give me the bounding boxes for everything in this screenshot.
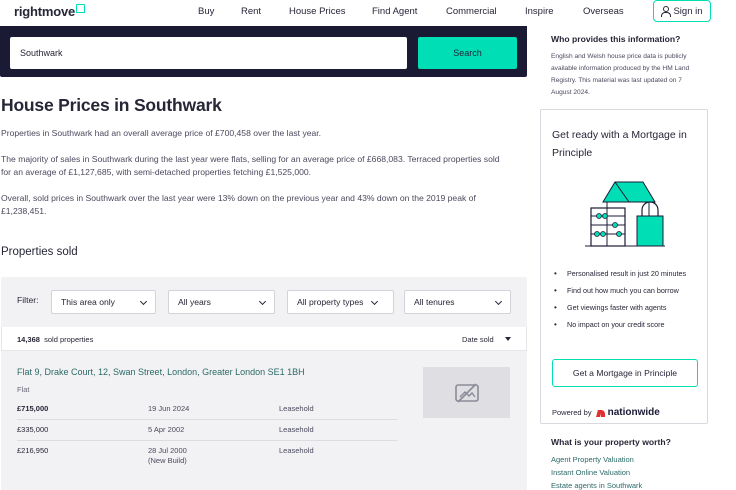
mortgage-benefits-list: Personalised result in just 20 minutes F… bbox=[554, 268, 704, 336]
info-source-heading: Who provides this information? bbox=[551, 34, 681, 44]
chevron-down-icon bbox=[139, 297, 148, 306]
sale-tenure: Leasehold bbox=[279, 446, 314, 455]
nav-inspire[interactable]: Inspire bbox=[525, 6, 554, 17]
results-count-suffix: sold properties bbox=[44, 335, 94, 344]
nationwide-mark-icon bbox=[597, 409, 606, 417]
sale-date: 5 Apr 2002 bbox=[148, 425, 185, 434]
estate-agents-link[interactable]: Estate agents in Southwark bbox=[551, 481, 642, 490]
rightmove-logo[interactable]: rightmove bbox=[14, 4, 86, 19]
sale-date: 19 Jun 2024 bbox=[148, 404, 190, 413]
info-source-text: English and Welsh house price data is pu… bbox=[551, 53, 690, 96]
results-count: 14,368 sold properties bbox=[17, 335, 93, 344]
sale-history-row: £335,000 5 Apr 2002 Leasehold bbox=[17, 425, 497, 447]
summary-price-trend: Overall, sold prices in Southwark over t… bbox=[1, 193, 476, 216]
sale-price: £216,950 bbox=[17, 446, 49, 455]
chevron-down-icon bbox=[370, 297, 379, 306]
nav-house-prices[interactable]: House Prices bbox=[289, 6, 346, 17]
benefit-item: Personalised result in just 20 minutes bbox=[554, 268, 704, 280]
mortgage-in-principle-button[interactable]: Get a Mortgage in Principle bbox=[552, 359, 698, 387]
sale-price: £715,000 bbox=[17, 404, 49, 413]
sale-date-value: 28 Jul 2000 bbox=[148, 446, 187, 455]
house-abacus-illustration bbox=[585, 181, 665, 247]
location-search-input[interactable] bbox=[10, 37, 407, 69]
years-filter-dropdown[interactable]: All years bbox=[168, 290, 275, 314]
results-bar: 14,368 sold properties Date sold bbox=[1, 327, 527, 351]
property-thumbnail[interactable] bbox=[423, 367, 510, 418]
chevron-down-icon bbox=[494, 297, 503, 306]
sale-history-row: £216,950 28 Jul 2000 (New Build) Leasehol… bbox=[17, 446, 497, 468]
new-build-note: (New Build) bbox=[148, 456, 187, 465]
tenure-filter-value: All tenures bbox=[414, 297, 455, 307]
page-title: House Prices in Southwark bbox=[1, 95, 222, 115]
no-image-icon bbox=[454, 382, 479, 403]
benefit-item: Get viewings faster with agents bbox=[554, 302, 704, 314]
area-filter-dropdown[interactable]: This area only bbox=[51, 290, 156, 314]
sale-tenure: Leasehold bbox=[279, 404, 314, 413]
site-header: rightmove Buy Rent House Prices Find Age… bbox=[0, 0, 736, 24]
benefit-item: No impact on your credit score bbox=[554, 319, 704, 331]
powered-by-label: Powered by bbox=[552, 408, 592, 417]
house-icon bbox=[76, 4, 86, 13]
sale-price: £335,000 bbox=[17, 425, 49, 434]
summary-property-types: The majority of sales in Southwark durin… bbox=[1, 154, 500, 177]
mortgage-promo-title: Get ready with a Mortgage in Principle bbox=[552, 129, 687, 159]
search-button[interactable]: Search bbox=[418, 37, 517, 69]
sale-date: 28 Jul 2000 (New Build) bbox=[148, 446, 187, 466]
search-band: Search bbox=[0, 26, 527, 77]
summary-average-price: Properties in Southwark had an overall a… bbox=[1, 128, 322, 138]
agent-valuation-link[interactable]: Agent Property Valuation bbox=[551, 455, 634, 464]
user-icon bbox=[661, 6, 672, 17]
nationwide-logo: nationwide bbox=[597, 407, 660, 418]
nav-buy[interactable]: Buy bbox=[198, 6, 214, 17]
sold-property-card[interactable]: Flat 9, Drake Court, 12, Swan Street, Lo… bbox=[1, 351, 527, 490]
nav-commercial[interactable]: Commercial bbox=[446, 6, 497, 17]
filter-panel: Filter: This area only All years All pro… bbox=[1, 277, 527, 327]
property-type: Flat bbox=[17, 385, 30, 394]
sale-tenure: Leasehold bbox=[279, 425, 314, 434]
property-type-filter-dropdown[interactable]: All property types bbox=[287, 290, 394, 314]
nav-rent[interactable]: Rent bbox=[241, 6, 261, 17]
filter-label: Filter: bbox=[17, 295, 39, 305]
row-divider bbox=[17, 440, 397, 441]
sort-dropdown[interactable]: Date sold bbox=[462, 335, 494, 344]
property-address-link[interactable]: Flat 9, Drake Court, 12, Swan Street, Lo… bbox=[17, 367, 305, 377]
nav-overseas[interactable]: Overseas bbox=[583, 6, 624, 17]
results-count-number: 14,368 bbox=[17, 335, 40, 344]
instant-valuation-link[interactable]: Instant Online Valuation bbox=[551, 468, 630, 477]
mortgage-promo-card: Get ready with a Mortgage in Principle P… bbox=[540, 109, 708, 424]
row-divider bbox=[17, 419, 397, 420]
chevron-down-icon bbox=[258, 297, 267, 306]
sign-in-button[interactable]: Sign in bbox=[653, 0, 711, 22]
nationwide-brand-text: nationwide bbox=[607, 407, 660, 418]
nav-find-agent[interactable]: Find Agent bbox=[372, 6, 417, 17]
properties-sold-heading: Properties sold bbox=[1, 246, 78, 258]
logo-text: rightmove bbox=[14, 4, 76, 19]
powered-by: Powered by nationwide bbox=[552, 407, 660, 418]
sign-in-label: Sign in bbox=[673, 5, 703, 17]
years-filter-value: All years bbox=[178, 297, 211, 307]
area-filter-value: This area only bbox=[61, 297, 115, 307]
tenure-filter-dropdown[interactable]: All tenures bbox=[404, 290, 511, 314]
benefit-item: Find out how much you can borrow bbox=[554, 285, 704, 297]
property-worth-heading: What is your property worth? bbox=[551, 437, 671, 447]
property-type-filter-value: All property types bbox=[297, 297, 364, 307]
caret-down-icon[interactable] bbox=[505, 337, 511, 341]
